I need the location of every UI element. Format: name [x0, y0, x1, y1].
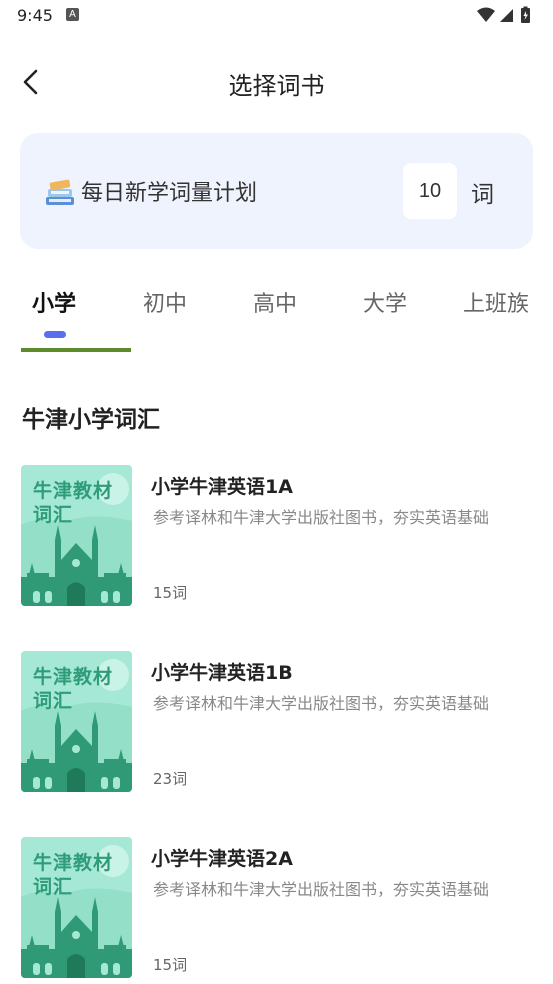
- book-description: 参考译林和牛津大学出版社图书，夯实英语基础: [153, 880, 490, 899]
- page-title: 选择词书: [228, 72, 325, 100]
- tab-junior-high[interactable]: 初中: [143, 286, 187, 318]
- book-cover: 牛津教材词汇: [21, 651, 132, 792]
- book-title: 小学牛津英语2A: [151, 848, 293, 870]
- book-cover: 牛津教材词汇: [21, 837, 132, 978]
- cover-title: 牛津教材词汇: [33, 480, 114, 526]
- daily-words-input[interactable]: [403, 163, 457, 219]
- books-icon: [46, 179, 74, 205]
- tab-university[interactable]: 大学: [363, 286, 407, 318]
- section-title: 牛津小学词汇: [22, 407, 160, 433]
- wifi-icon: [477, 7, 495, 22]
- notification-icon: A: [66, 8, 79, 21]
- status-bar: 9:45 A: [0, 0, 553, 30]
- cover-title: 牛津教材词汇: [33, 852, 114, 898]
- book-word-count: 15词: [153, 956, 188, 974]
- tab-senior-high[interactable]: 高中: [253, 286, 297, 318]
- plan-unit: 词: [471, 182, 494, 208]
- book-item[interactable]: 牛津教材词汇 小学牛津英语1A 参考译林和牛津大学出版社图书，夯实英语基础 15…: [0, 465, 553, 607]
- book-item[interactable]: 牛津教材词汇 小学牛津英语1B 参考译林和牛津大学出版社图书，夯实英语基础 23…: [0, 651, 553, 793]
- signal-icon: [500, 9, 513, 22]
- book-word-count: 23词: [153, 770, 188, 788]
- book-word-count: 15词: [153, 584, 188, 602]
- status-time: 9:45: [17, 6, 53, 25]
- tab-indicator: [44, 331, 66, 338]
- book-description: 参考译林和牛津大学出版社图书，夯实英语基础: [153, 694, 490, 713]
- tab-office-worker[interactable]: 上班族: [463, 286, 529, 318]
- book-cover: 牛津教材词汇: [21, 465, 132, 606]
- book-title: 小学牛津英语1A: [151, 476, 293, 498]
- level-tabs: 小学 初中 高中 大学 上班族: [0, 280, 553, 340]
- book-title: 小学牛津英语1B: [151, 662, 293, 684]
- header: 选择词书: [0, 56, 553, 108]
- status-icons: [477, 6, 530, 23]
- scrolled-cover-edge: [21, 348, 131, 352]
- book-item[interactable]: 牛津教材词汇 小学牛津英语2A 参考译林和牛津大学出版社图书，夯实英语基础 15…: [0, 837, 553, 979]
- book-description: 参考译林和牛津大学出版社图书，夯实英语基础: [153, 508, 490, 527]
- cover-title: 牛津教材词汇: [33, 666, 114, 712]
- daily-plan-card: 每日新学词量计划 词: [20, 133, 533, 249]
- tab-primary[interactable]: 小学: [32, 286, 76, 318]
- plan-label: 每日新学词量计划: [81, 181, 258, 206]
